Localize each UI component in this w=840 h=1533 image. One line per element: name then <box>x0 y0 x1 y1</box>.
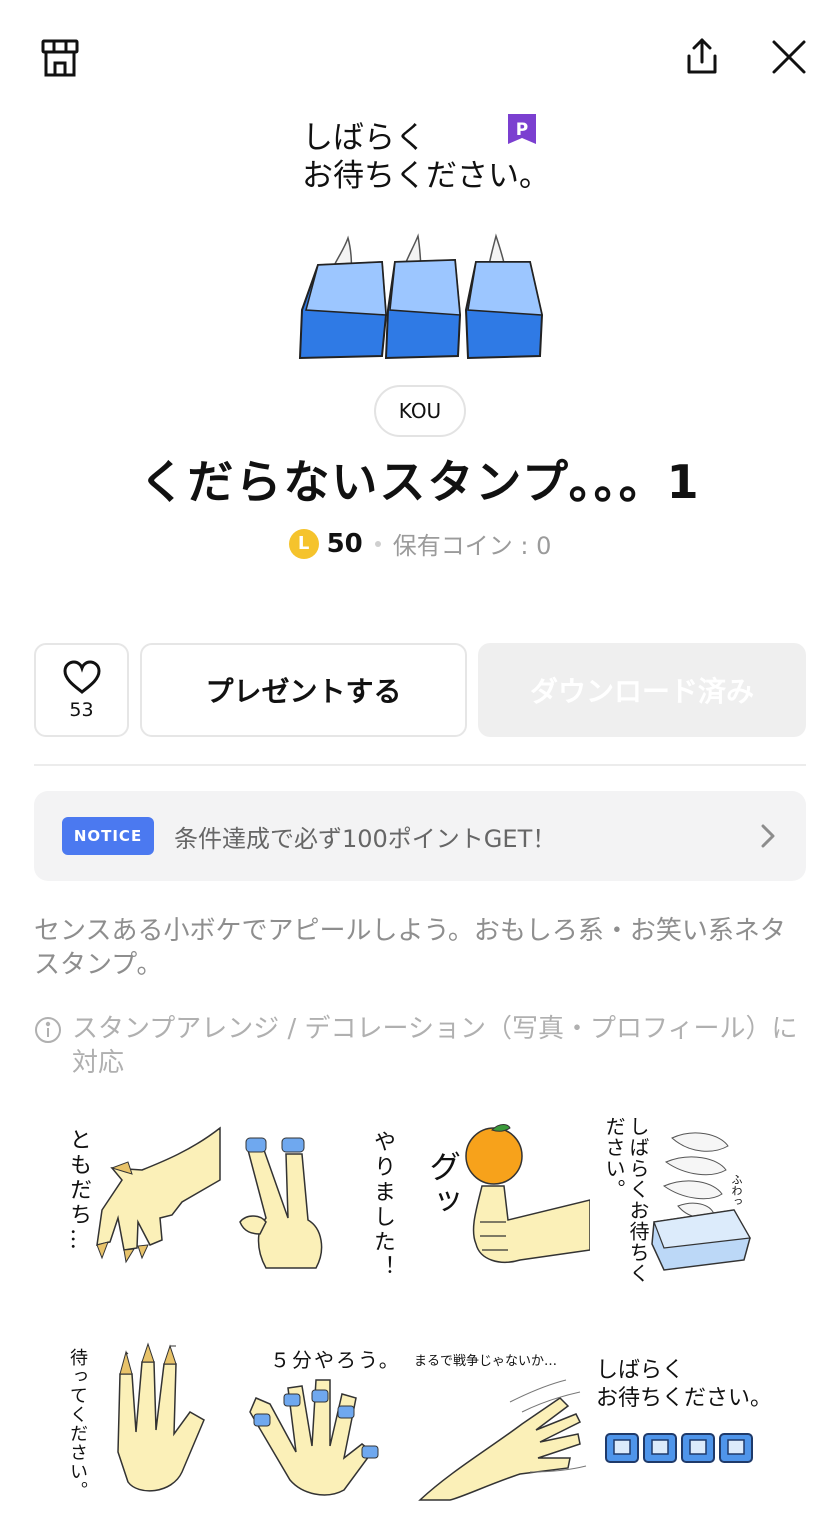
notice-text: 条件達成で必ず100ポイントGET！ <box>174 824 557 853</box>
sticker-text-line2: お待ちください。 <box>596 1386 773 1411</box>
sticker-text: まるで戦争じゃないか… <box>414 1354 558 1369</box>
notice-banner[interactable]: NOTICE 条件達成で必ず100ポイントGET！ <box>34 791 806 881</box>
sticker-text: ともだち… <box>66 1128 91 1253</box>
description: センスある小ボケでアピールしよう。おもしろ系・お笑い系ネタスタンプ。 <box>34 916 786 980</box>
owned-coins: 保有コイン : 0 <box>392 532 552 560</box>
separator-dot <box>374 540 381 547</box>
sticker-item[interactable]: グッ <box>410 1110 591 1290</box>
sticker-item[interactable]: やりました！ <box>226 1110 406 1290</box>
creator-chip[interactable]: KOU <box>374 385 466 437</box>
hero-text-line2: お待ちください。 <box>302 158 550 194</box>
coin-icon: L <box>288 528 319 559</box>
sticker-sfx: ふわっ <box>730 1174 743 1207</box>
sticker-item[interactable]: しばらくお待ちください。 ふわっ <box>594 1110 774 1290</box>
like-button[interactable]: 53 <box>34 643 129 737</box>
top-bar <box>0 0 840 110</box>
shop-icon[interactable] <box>38 36 82 80</box>
notice-badge: NOTICE <box>62 817 154 855</box>
sticker-item[interactable]: ともだち… <box>42 1110 222 1290</box>
sticker-grid: ともだち… やりました！ グッ しばらくお待ちください。 ふわっ 待ってください… <box>42 1110 802 1502</box>
action-buttons: 53 プレゼントする ダウンロード済み <box>34 643 806 737</box>
hero-text-line1: しばらく <box>302 120 426 156</box>
price-row: L 50 保有コイン : 0 <box>0 526 840 561</box>
sticker-text: やりました！ <box>370 1130 395 1280</box>
share-icon[interactable] <box>680 34 724 78</box>
svg-text:P: P <box>516 120 528 140</box>
sticker-text: しばらくお待ちください。 <box>602 1116 650 1284</box>
main-sticker-image: しばらく お待ちください。 P <box>290 110 550 370</box>
sticker-title: くだらないスタンプ。。。1 <box>139 455 701 509</box>
sticker-text: 待ってください。 <box>67 1348 88 1500</box>
close-icon[interactable] <box>768 36 810 78</box>
present-button[interactable]: プレゼントする <box>140 643 467 737</box>
sticker-item[interactable]: しばらく お待ちください。 <box>594 1322 774 1502</box>
chevron-right-icon <box>761 824 775 848</box>
info-icon <box>35 1017 61 1043</box>
sticker-item[interactable]: 待ってください。 <box>42 1322 222 1502</box>
downloaded-button[interactable]: ダウンロード済み <box>478 643 806 737</box>
sticker-text: グッ <box>424 1150 462 1220</box>
arrange-note: スタンプアレンジ / デコレーション（写真・プロフィール）に対応 <box>34 1012 806 1080</box>
premium-badge: P <box>508 114 536 144</box>
tissue-boxes-illustration <box>298 233 544 360</box>
sticker-item[interactable]: まるで戦争じゃないか… <box>410 1322 590 1502</box>
price-value: 50 <box>326 528 363 559</box>
like-count: 53 <box>69 699 94 721</box>
sticker-item[interactable]: ５分やろう。 <box>226 1322 406 1502</box>
sticker-text: ５分やろう。 <box>270 1348 401 1372</box>
heart-icon <box>62 660 101 694</box>
divider <box>34 764 806 766</box>
arrange-note-text: スタンプアレンジ / デコレーション（写真・プロフィール）に対応 <box>72 1014 798 1078</box>
